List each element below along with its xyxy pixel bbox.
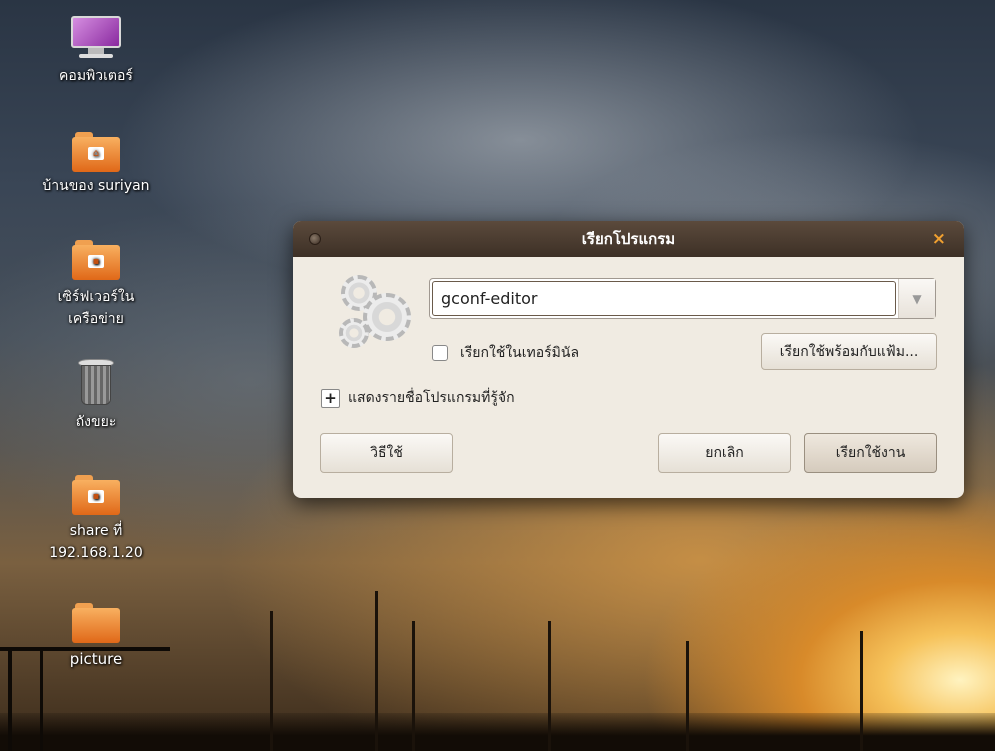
mast (686, 641, 689, 751)
run-button[interactable]: เรียกใช้งาน (804, 433, 937, 473)
desktop-icon-computer[interactable]: คอมพิวเตอร์ (31, 16, 161, 86)
cancel-button[interactable]: ยกเลิก (658, 433, 791, 473)
desktop-icon-label: share ที่ 192.168.1.20 (49, 523, 143, 561)
mast (860, 631, 863, 751)
run-in-terminal-label: เรียกใช้ในเทอร์มินัล (460, 345, 580, 361)
desktop-icon-network-share[interactable]: ▪ share ที่ 192.168.1.20 (31, 475, 161, 564)
desktop-icon-label: คอมพิวเตอร์ (59, 68, 133, 84)
help-button[interactable]: วิธีใช้ (320, 433, 453, 473)
run-with-file-button[interactable]: เรียกใช้พร้อมกับแฟ้ม... (761, 333, 937, 370)
expander-plus-icon: + (321, 388, 340, 408)
window-menu-icon[interactable] (309, 233, 321, 245)
desktop-icon-label: picture (69, 650, 123, 668)
mast (548, 621, 551, 751)
desktop-icon-trash[interactable]: ถังขยะ (31, 359, 161, 432)
trash-icon (78, 359, 114, 407)
desktop-icon-home[interactable]: ⌂ บ้านของ suriyan (31, 132, 161, 196)
run-in-terminal-checkbox[interactable] (432, 345, 448, 361)
dialog-titlebar[interactable]: เรียกโปรแกรม × (293, 221, 964, 257)
desktop-icon-network-servers[interactable]: ▪ เซิร์ฟเวอร์ในเครือข่าย (31, 240, 161, 330)
desktop-icon-picture[interactable]: picture (31, 603, 161, 669)
command-combobox: ▼ (429, 278, 936, 319)
dropdown-arrow-icon[interactable]: ▼ (898, 279, 935, 318)
show-known-apps-label: แสดงรายชื่อโปรแกรมที่รู้จัก (348, 390, 515, 406)
network-share-icon: ▪ (72, 475, 120, 515)
home-folder-icon: ⌂ (72, 132, 120, 172)
desktop-icon-label: บ้านของ suriyan (42, 178, 150, 194)
dialog-title: เรียกโปรแกรม (581, 230, 676, 248)
network-folder-icon: ▪ (72, 240, 120, 280)
mast (412, 621, 415, 751)
run-in-terminal-option[interactable]: เรียกใช้ในเทอร์มินัล (432, 342, 579, 364)
mast (375, 591, 378, 751)
show-known-apps-expander[interactable]: + แสดงรายชื่อโปรแกรมที่รู้จัก (321, 387, 515, 409)
run-application-dialog: เรียกโปรแกรม × ▼ เรียกใช้ในเทอร์มินัล เร… (293, 221, 964, 498)
computer-icon (71, 16, 121, 58)
gears-icon (323, 271, 413, 353)
desktop-icon-label: ถังขยะ (75, 414, 117, 430)
close-icon[interactable]: × (932, 229, 946, 249)
desktop-icon-label: เซิร์ฟเวอร์ในเครือข่าย (57, 289, 135, 327)
folder-icon (72, 603, 120, 643)
command-input[interactable] (432, 281, 896, 316)
mast (270, 611, 273, 751)
